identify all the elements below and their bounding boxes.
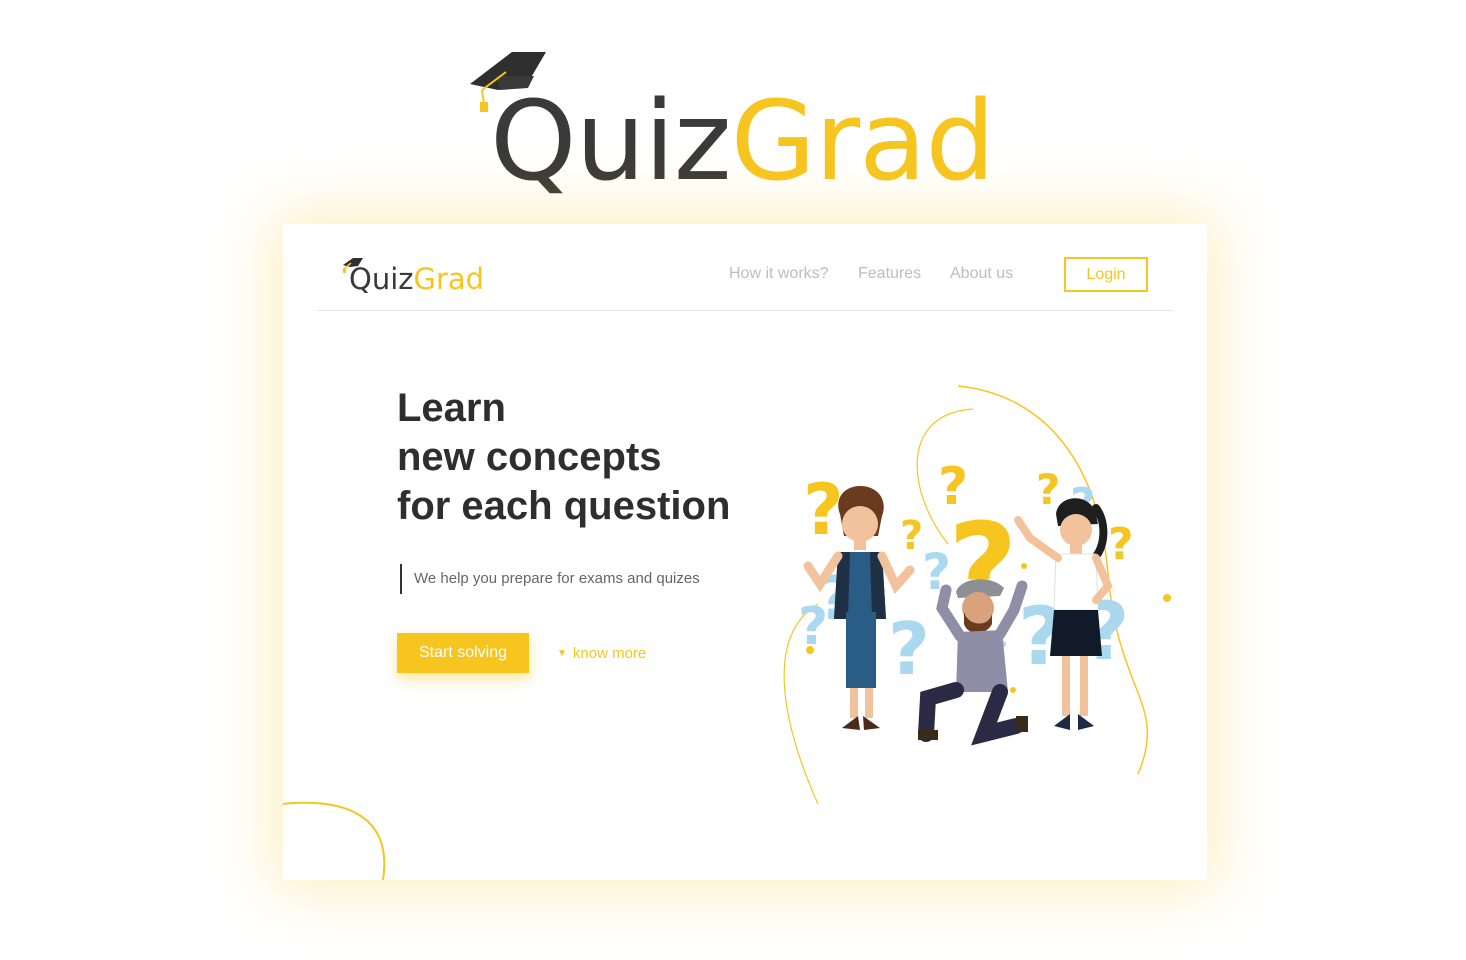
svg-text:?: ? bbox=[803, 469, 844, 551]
svg-text:?: ? bbox=[1108, 519, 1134, 570]
subtitle-block: We help you prepare for exams and quizes bbox=[400, 564, 700, 594]
caret-down-icon: ▼ bbox=[557, 648, 567, 659]
headline-line-1: Learn bbox=[397, 386, 506, 430]
start-solving-button[interactable]: Start solving bbox=[397, 633, 529, 673]
hero-subtitle: We help you prepare for exams and quizes bbox=[414, 570, 700, 587]
login-button[interactable]: Login bbox=[1064, 257, 1148, 292]
know-more-label: know more bbox=[572, 645, 647, 662]
nav-logo-text-dark: Quiz bbox=[349, 262, 414, 296]
landing-page-card: QuizGrad How it works? Features About us… bbox=[283, 224, 1207, 880]
svg-text:?: ? bbox=[900, 513, 923, 559]
decorative-curve bbox=[283, 801, 386, 880]
svg-text:?: ? bbox=[888, 607, 930, 691]
logo-text-yellow: Grad bbox=[730, 77, 996, 205]
logo-text-dark: Quiz bbox=[490, 77, 732, 205]
hero-headline: Learn new concepts for each question bbox=[397, 384, 730, 531]
nav-logo[interactable]: QuizGrad bbox=[341, 256, 501, 296]
nav-logo-text-yellow: Grad bbox=[413, 262, 485, 296]
nav-link-about-us[interactable]: About us bbox=[950, 265, 1013, 283]
top-nav: QuizGrad How it works? Features About us… bbox=[317, 224, 1173, 311]
nav-link-features[interactable]: Features bbox=[858, 265, 921, 283]
nav-link-how-it-works[interactable]: How it works? bbox=[729, 265, 829, 283]
svg-text:?: ? bbox=[1036, 465, 1060, 514]
headline-line-2: new concepts bbox=[397, 435, 662, 479]
people-question-marks-illustration: ? ? ? ? ? ? ? ? ? ? ? ? ? bbox=[783, 385, 1171, 805]
know-more-link[interactable]: ▼ know more bbox=[557, 645, 646, 662]
hero-logo: QuizGrad bbox=[466, 46, 1006, 196]
headline-line-3: for each question bbox=[397, 484, 731, 528]
